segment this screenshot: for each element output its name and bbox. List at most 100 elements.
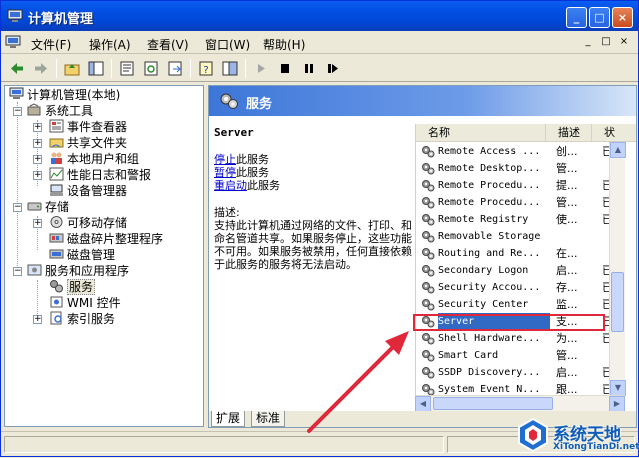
service-desc-cell: 创... xyxy=(556,145,578,158)
list-item[interactable]: Security Accou... 存... 已 xyxy=(416,279,636,296)
list-item[interactable]: Shell Hardware... 为... 已 xyxy=(416,330,636,347)
pane-title: 服务 xyxy=(246,97,273,112)
vertical-scroll-thumb[interactable] xyxy=(611,272,624,332)
list-item[interactable]: SSDP Discovery... 启... 已 xyxy=(416,364,636,381)
column-header-description[interactable]: 描述 xyxy=(546,124,592,142)
service-desc-cell: 监... xyxy=(556,298,578,311)
stop-icon[interactable] xyxy=(275,59,295,78)
menu-window[interactable]: 窗口(W) xyxy=(205,36,250,53)
horizontal-scroll-thumb[interactable] xyxy=(433,397,553,410)
tab-extended[interactable]: 扩展 xyxy=(211,411,246,427)
tree-item-event-viewer[interactable]: 事件查看器 xyxy=(49,119,127,135)
back-arrow-icon[interactable] xyxy=(7,59,27,78)
show-hide-tree-icon[interactable] xyxy=(86,59,106,78)
details-pane: 服务 Server 停止此服务 暂停此服务 重启动此服务 描述: 支持此计算机通… xyxy=(208,85,637,428)
collapse-toggle[interactable]: − xyxy=(13,107,22,116)
up-folder-icon[interactable] xyxy=(62,59,82,78)
menu-action[interactable]: 操作(A) xyxy=(89,36,131,53)
console-tree: 计算机管理(本地) − 系统工具 + 事件查看器 + 共享文件夹 + 本地用户和… xyxy=(4,85,204,427)
horizontal-scrollbar[interactable]: ◀ ▶ xyxy=(415,395,625,412)
tree-item-services-apps[interactable]: 服务和应用程序 xyxy=(27,263,129,279)
column-header-name[interactable]: 名称 xyxy=(416,124,546,142)
tree-item-root[interactable]: 计算机管理(本地) xyxy=(9,87,120,103)
stop-service-link[interactable]: 停止 xyxy=(214,153,236,166)
tree-guide-line xyxy=(37,280,38,314)
list-item[interactable]: Secondary Logon 启... 已 xyxy=(416,262,636,279)
service-name-cell: Remote Registry xyxy=(438,214,529,225)
tree-item-services[interactable]: 服务 xyxy=(49,279,96,295)
computer-icon xyxy=(9,87,24,99)
play-icon[interactable] xyxy=(251,59,271,78)
expand-toggle[interactable]: + xyxy=(33,219,42,228)
service-name-cell: Remote Desktop... xyxy=(438,163,541,174)
list-item[interactable]: Remote Registry 使... 已 xyxy=(416,211,636,228)
computer-management-icon xyxy=(7,9,23,22)
service-description-panel: Server 停止此服务 暂停此服务 重启动此服务 描述: 支持此计算机通过网络… xyxy=(214,126,412,271)
console-tree-icon[interactable] xyxy=(220,59,240,78)
properties-icon[interactable] xyxy=(117,59,137,78)
tree-item-removable-storage[interactable]: 可移动存储 xyxy=(49,215,127,231)
tree-item-defrag[interactable]: 磁盘碎片整理程序 xyxy=(49,231,163,247)
mdi-minimize-button[interactable]: _ xyxy=(581,36,595,49)
tree-item-shared-folders[interactable]: 共享文件夹 xyxy=(49,135,127,151)
service-name-cell: SSDP Discovery... xyxy=(438,367,541,378)
pause-icon[interactable] xyxy=(299,59,319,78)
tree-item-disk-management[interactable]: 磁盘管理 xyxy=(49,247,115,263)
gears-icon xyxy=(50,280,63,293)
tree-item-perf-logs[interactable]: 性能日志和警报 xyxy=(49,167,151,183)
list-item[interactable]: Remote Procedu... 提... 已 xyxy=(416,177,636,194)
scroll-up-button[interactable]: ▲ xyxy=(610,142,626,158)
tree-label: 存储 xyxy=(45,200,70,214)
tree-item-wmi[interactable]: WMI 控件 xyxy=(49,295,121,311)
tree-item-storage[interactable]: 存储 xyxy=(27,199,69,215)
minimize-button[interactable]: _ xyxy=(566,7,587,28)
restart-service-link[interactable]: 重启动 xyxy=(214,179,247,192)
forward-arrow-icon[interactable] xyxy=(31,59,51,78)
maximize-button[interactable]: □ xyxy=(589,7,610,28)
scroll-right-button[interactable]: ▶ xyxy=(609,396,625,412)
tree-item-local-users[interactable]: 本地用户和组 xyxy=(49,151,139,167)
vertical-scrollbar[interactable]: ▲ ▼ xyxy=(609,142,626,396)
service-desc-cell: 为... xyxy=(556,332,578,345)
list-item[interactable]: Routing and Re... 在... xyxy=(416,245,636,262)
services-apps-icon xyxy=(27,264,42,276)
expand-toggle[interactable]: + xyxy=(33,123,42,132)
tree-label: 可移动存储 xyxy=(67,216,128,230)
list-item[interactable]: Removable Storage xyxy=(416,228,636,245)
expand-toggle[interactable]: + xyxy=(33,315,42,324)
close-button[interactable]: × xyxy=(612,7,633,28)
expand-toggle[interactable]: + xyxy=(33,139,42,148)
tree-item-system-tools[interactable]: 系统工具 xyxy=(27,103,93,119)
tree-item-indexing[interactable]: 索引服务 xyxy=(49,311,115,327)
service-gear-icon xyxy=(422,163,435,175)
scroll-down-button[interactable]: ▼ xyxy=(610,380,626,396)
expand-toggle[interactable]: + xyxy=(33,155,42,164)
export-list-icon[interactable] xyxy=(165,59,185,78)
tree-item-device-manager[interactable]: 设备管理器 xyxy=(49,183,127,199)
collapse-toggle[interactable]: − xyxy=(13,267,22,276)
list-item[interactable]: Server 支... 已 xyxy=(416,313,636,330)
list-item[interactable]: Security Center 监... 已 xyxy=(416,296,636,313)
list-item[interactable]: Remote Access ... 创... 已 xyxy=(416,143,636,160)
refresh-icon[interactable] xyxy=(141,59,161,78)
help-icon[interactable]: ? xyxy=(196,59,216,78)
title-bar[interactable]: 计算机管理 _ □ × xyxy=(1,1,638,31)
expand-toggle[interactable]: + xyxy=(33,171,42,180)
list-item[interactable]: Remote Procedu... 管... 已 xyxy=(416,194,636,211)
indexing-icon xyxy=(50,311,62,325)
list-item[interactable]: Remote Desktop... 管... xyxy=(416,160,636,177)
menu-view[interactable]: 查看(V) xyxy=(147,36,189,53)
console-menu-icon[interactable] xyxy=(5,35,21,50)
tab-standard[interactable]: 标准 xyxy=(251,411,286,427)
menu-file[interactable]: 文件(F) xyxy=(31,36,71,53)
column-header-status[interactable]: 状 xyxy=(592,124,636,142)
restart-icon[interactable] xyxy=(323,59,343,78)
defrag-icon xyxy=(49,233,64,243)
collapse-toggle[interactable]: − xyxy=(13,203,22,212)
description-label: 描述: xyxy=(214,206,240,219)
list-item[interactable]: Smart Card 管... xyxy=(416,347,636,364)
pause-service-link[interactable]: 暂停 xyxy=(214,166,236,179)
menu-help[interactable]: 帮助(H) xyxy=(263,36,305,53)
mdi-restore-button[interactable]: □ xyxy=(599,36,613,49)
mdi-close-button[interactable]: × xyxy=(617,36,631,49)
